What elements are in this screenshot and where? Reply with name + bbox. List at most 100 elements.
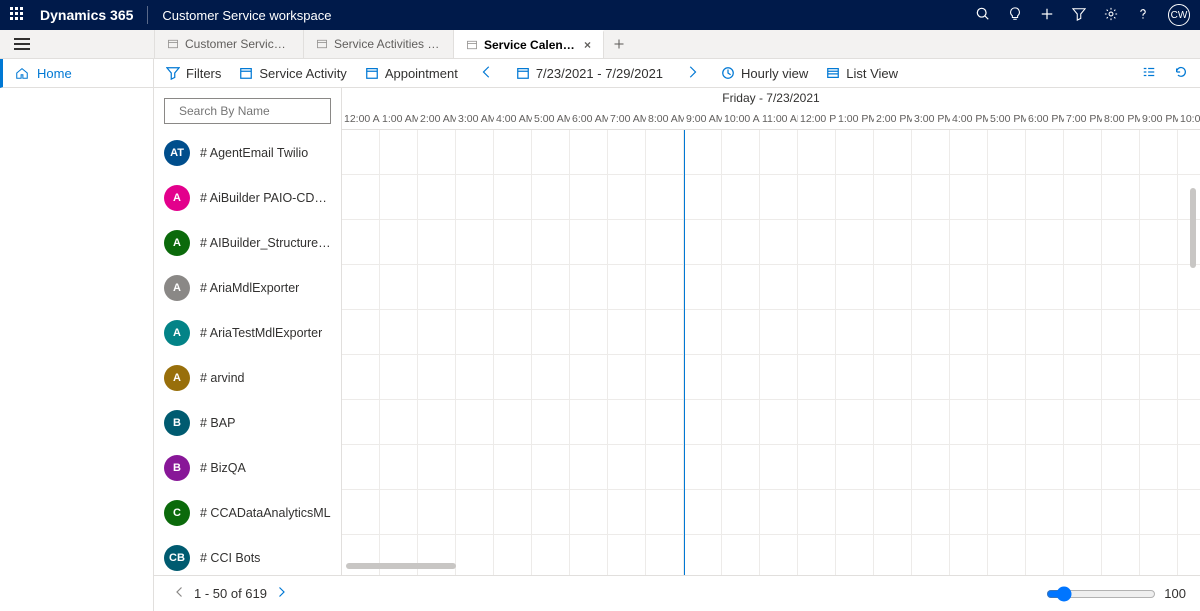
timeline-grid[interactable] [342,130,1200,575]
hour-label: 4:00 AM [494,108,532,129]
date-range-label: 7/23/2021 - 7/29/2021 [536,66,663,81]
date-range-picker[interactable]: 7/23/2021 - 7/29/2021 [516,66,663,81]
timeline-row[interactable] [342,175,1200,220]
resource-search[interactable] [164,98,331,124]
resource-avatar: AT [164,140,190,166]
legend-icon[interactable] [1142,65,1156,82]
lightbulb-icon[interactable] [1008,7,1022,24]
list-view-label: List View [846,66,898,81]
list-icon [826,66,840,80]
entity-icon [316,38,328,50]
resource-name: # BizQA [200,461,246,475]
close-icon[interactable]: × [584,38,591,52]
timeline-row[interactable] [342,130,1200,175]
timeline-row[interactable] [342,220,1200,265]
resource-row[interactable]: A # AriaMdlExporter [154,265,341,310]
resource-name: # CCADataAnalyticsML [200,506,331,520]
next-range-button[interactable] [681,63,703,84]
resource-avatar: C [164,500,190,526]
hourly-view-button[interactable]: Hourly view [721,66,808,81]
zoom-slider[interactable] [1046,586,1156,602]
hour-label: 12:00 AM [342,108,380,129]
resource-avatar: B [164,410,190,436]
new-tab-button[interactable] [604,30,634,58]
brand-title: Dynamics 365 [40,7,133,23]
filter-icon[interactable] [1072,7,1086,24]
nav-home-label: Home [37,66,72,81]
resource-avatar: A [164,230,190,256]
hour-label: 10:00 AM [722,108,760,129]
home-icon [15,66,29,80]
refresh-icon[interactable] [1174,65,1188,82]
plus-icon[interactable] [1040,7,1054,24]
gear-icon[interactable] [1104,7,1118,24]
resource-name: # AriaMdlExporter [200,281,299,295]
resource-row[interactable]: A# arvind [154,355,341,400]
resource-row[interactable]: AT# AgentEmail Twilio [154,130,341,175]
service-activity-button[interactable]: Service Activity [239,66,346,81]
timeline-row[interactable] [342,445,1200,490]
left-navigation: Home [0,59,154,611]
calendar-icon [365,66,379,80]
resource-avatar: A [164,275,190,301]
hour-label: 3:00 PM [912,108,950,129]
resource-row[interactable]: C # CCADataAnalyticsML [154,490,341,535]
hour-label: 6:00 AM [570,108,608,129]
hour-label: 10:00 PM [1178,108,1200,129]
timeline-row[interactable] [342,310,1200,355]
divider [147,6,148,24]
vertical-scrollbar[interactable] [1190,188,1198,368]
hour-label: 8:00 PM [1102,108,1140,129]
timeline-row[interactable] [342,265,1200,310]
filters-button[interactable]: Filters [166,66,221,81]
calendar-icon [516,66,530,80]
resource-row[interactable]: B# BAP [154,400,341,445]
hour-label: 3:00 AM [456,108,494,129]
prev-range-button[interactable] [476,63,498,84]
tab-service-calendar[interactable]: Service Calendar × [454,30,604,58]
appointment-button[interactable]: Appointment [365,66,458,81]
tab-label: Service Activities M... [334,37,441,51]
search-icon[interactable] [976,7,990,24]
nav-home[interactable]: Home [0,59,153,88]
tab-label: Service Calendar [484,38,578,52]
horizontal-scrollbar[interactable] [346,563,646,571]
timeline-row[interactable] [342,490,1200,535]
calendar-icon [239,66,253,80]
hour-label: 7:00 AM [608,108,646,129]
hour-label: 12:00 PM [798,108,836,129]
pager-next[interactable] [275,586,287,601]
resource-row[interactable]: CB# CCI Bots [154,535,341,575]
hour-label: 5:00 PM [988,108,1026,129]
timeline-row[interactable] [342,355,1200,400]
now-indicator [684,130,685,575]
hour-label: 2:00 PM [874,108,912,129]
hamburger-menu[interactable] [0,30,44,58]
resource-name: # AiBuilder PAIO-CDS Tip NonProd [200,191,331,205]
service-activity-label: Service Activity [259,66,346,81]
resource-avatar: B [164,455,190,481]
hour-label: 5:00 AM [532,108,570,129]
resource-row[interactable]: A# AiBuilder PAIO-CDS Tip NonProd [154,175,341,220]
resource-avatar: A [164,320,190,346]
resource-row[interactable]: A# AIBuilder_StructuredML_PrePr [154,220,341,265]
footer-bar: 1 - 50 of 619 100 [154,575,1200,611]
filters-label: Filters [186,66,221,81]
top-navigation-bar: Dynamics 365 Customer Service workspace … [0,0,1200,30]
resource-row[interactable]: A# AriaTestMdlExporter [154,310,341,355]
hour-label: 4:00 PM [950,108,988,129]
tab-customer-service-a[interactable]: Customer Service A... [154,30,304,58]
resource-search-input[interactable] [179,104,334,118]
timeline-row[interactable] [342,400,1200,445]
command-bar: Filters Service Activity Appointment 7/2… [154,59,1200,88]
hour-header: 12:00 AM1:00 AM2:00 AM3:00 AM4:00 AM5:00… [342,108,1200,130]
tab-service-activities-m[interactable]: Service Activities M... [304,30,454,58]
help-icon[interactable] [1136,7,1150,24]
resource-row[interactable]: B # BizQA [154,445,341,490]
pager-prev[interactable] [174,586,186,601]
app-launcher-icon[interactable] [10,7,26,23]
resource-name: # CCI Bots [200,551,260,565]
user-avatar[interactable]: CW [1168,4,1190,26]
list-view-button[interactable]: List View [826,66,898,81]
resource-pane: AT# AgentEmail TwilioA# AiBuilder PAIO-C… [154,88,342,575]
